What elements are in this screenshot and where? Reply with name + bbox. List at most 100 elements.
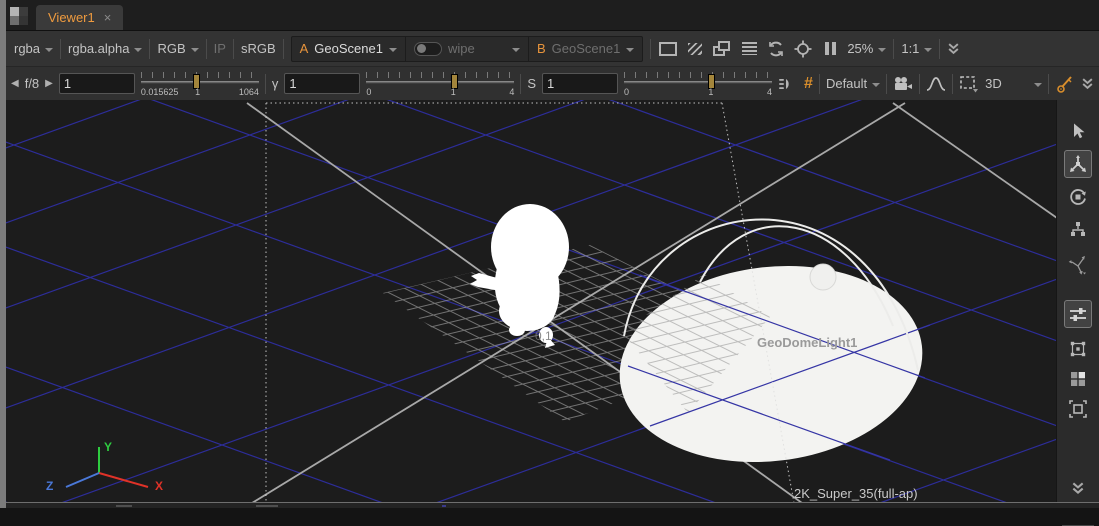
translate-tool-button[interactable]	[1064, 150, 1092, 178]
monitor-out-icon[interactable]	[712, 39, 732, 59]
clipped-text-fragment	[116, 505, 132, 507]
b-input-value: GeoScene1	[552, 41, 621, 56]
projection-dropdown[interactable]: 3D	[985, 76, 1042, 91]
saturation-input[interactable]	[542, 73, 618, 94]
gaussian-curve-icon[interactable]	[926, 74, 946, 94]
gamma-input[interactable]	[284, 73, 360, 94]
axis-x-label: X	[155, 479, 163, 493]
display-channel-dropdown[interactable]: RGB	[157, 41, 198, 56]
chevron-down-icon	[626, 48, 634, 52]
clipped-text-fragment	[442, 505, 446, 507]
scale-tool-button[interactable]	[1065, 216, 1091, 242]
separator	[919, 74, 920, 94]
separator	[206, 39, 207, 59]
gain-slider[interactable]: 0.015625 1 1064	[141, 70, 259, 98]
zoom-level-value: 25%	[847, 41, 873, 56]
pane-layout-icon[interactable]	[10, 7, 28, 25]
wipe-mode-dropdown[interactable]: wipe	[448, 41, 506, 56]
b-label: B	[537, 41, 546, 56]
headlamp-icon[interactable]	[778, 74, 798, 94]
fstop-label: f/8	[25, 76, 39, 91]
slider-track	[366, 81, 514, 84]
chevron-down-icon	[878, 48, 886, 52]
separator	[265, 74, 266, 94]
slider-ticks	[624, 72, 772, 78]
a-input-value: GeoScene1	[314, 41, 383, 56]
slider-track	[624, 81, 772, 84]
view-controls-toolbar: ◀ f/8 ▶ 0.015625 1 1064 γ 0 1 4	[6, 67, 1099, 100]
separator	[60, 39, 61, 59]
srgb-button[interactable]: sRGB	[241, 41, 276, 56]
collapse-toolbar-icon[interactable]	[1081, 77, 1094, 90]
lut-dropdown[interactable]: Default	[826, 76, 880, 91]
wipe-toggle[interactable]	[414, 42, 442, 56]
quad-view-button[interactable]	[1065, 366, 1091, 392]
rotate-tool-button[interactable]	[1065, 184, 1091, 210]
a-input-dropdown[interactable]: A GeoScene1	[292, 37, 405, 61]
separator	[650, 39, 651, 59]
alpha-label: rgba.alpha	[68, 41, 129, 56]
chevron-down-icon	[512, 48, 520, 52]
pane-edge[interactable]	[0, 0, 6, 508]
chevron-down-icon	[45, 48, 53, 52]
select-tool-button[interactable]	[1065, 118, 1091, 144]
input-process-button[interactable]: IP	[214, 41, 226, 56]
gain-input[interactable]	[59, 73, 135, 94]
pixel-aspect-dropdown[interactable]: 1:1	[901, 41, 932, 56]
grid-snap-icon[interactable]: #	[804, 75, 813, 93]
gamma-tick-mid: 1	[451, 87, 456, 97]
zoom-level-dropdown[interactable]: 25%	[847, 41, 886, 56]
gamma-symbol: γ	[272, 76, 279, 91]
separator	[893, 39, 894, 59]
axis-handles-button[interactable]	[1065, 252, 1091, 278]
frame-fit-button[interactable]	[1065, 396, 1091, 422]
clipped-text-fragment	[256, 505, 278, 507]
channels-label: rgba	[14, 41, 40, 56]
light-sphere[interactable]	[810, 264, 836, 290]
toolbar-sliders-button[interactable]	[1064, 300, 1092, 328]
wand-info-icon[interactable]	[1055, 74, 1075, 94]
tab-viewer1[interactable]: Viewer1 ×	[36, 5, 123, 30]
slider-track	[141, 81, 259, 84]
tab-label: Viewer1	[48, 10, 95, 25]
collapse-sidebar-icon[interactable]	[1065, 475, 1091, 501]
gain-tick-mid: 1	[195, 87, 200, 97]
wipe-toggle-seg: wipe	[405, 37, 528, 61]
channels-dropdown[interactable]: rgba	[14, 41, 53, 56]
checker-overlay-icon[interactable]	[685, 39, 705, 59]
b-input-dropdown[interactable]: B GeoScene1	[528, 37, 642, 61]
close-icon[interactable]: ×	[104, 11, 112, 24]
sat-tick-max: 4	[767, 87, 772, 97]
separator	[233, 39, 234, 59]
gamma-slider[interactable]: 0 1 4	[366, 70, 514, 98]
vertex-grid-button[interactable]	[1065, 336, 1091, 362]
slider-ticks	[141, 72, 259, 78]
object-small-label: 0,1	[535, 329, 552, 343]
gain-tick-min: 0.015625	[141, 87, 179, 97]
refresh-icon[interactable]	[766, 39, 786, 59]
chevron-down-icon	[191, 48, 199, 52]
chevron-down-icon	[1034, 83, 1042, 87]
pixel-aspect-value: 1:1	[901, 41, 919, 56]
separator	[819, 74, 820, 94]
marquee-select-icon[interactable]	[959, 74, 979, 94]
separator	[520, 74, 521, 94]
scanline-mode-icon[interactable]	[739, 39, 759, 59]
format-label: 2K_Super_35(full-ap)	[794, 486, 918, 501]
chevron-down-icon	[924, 48, 932, 52]
camera-icon[interactable]	[893, 74, 913, 94]
gain-tick-max: 1064	[239, 87, 259, 97]
pause-button[interactable]	[820, 39, 840, 59]
chevron-down-icon	[389, 48, 397, 52]
a-label: A	[300, 41, 309, 56]
collapse-toolbar-icon[interactable]	[947, 42, 960, 55]
fstop-prev-button[interactable]: ◀	[11, 78, 19, 89]
bottom-clipped-row	[6, 502, 1099, 508]
roi-target-icon[interactable]	[793, 39, 813, 59]
alpha-dropdown[interactable]: rgba.alpha	[68, 41, 142, 56]
dome-light-label: GeoDomeLight1	[757, 335, 857, 350]
saturation-slider[interactable]: 0 1 4	[624, 70, 772, 98]
separator	[952, 74, 953, 94]
format-gate-icon[interactable]	[658, 39, 678, 59]
fstop-next-button[interactable]: ▶	[45, 78, 53, 89]
